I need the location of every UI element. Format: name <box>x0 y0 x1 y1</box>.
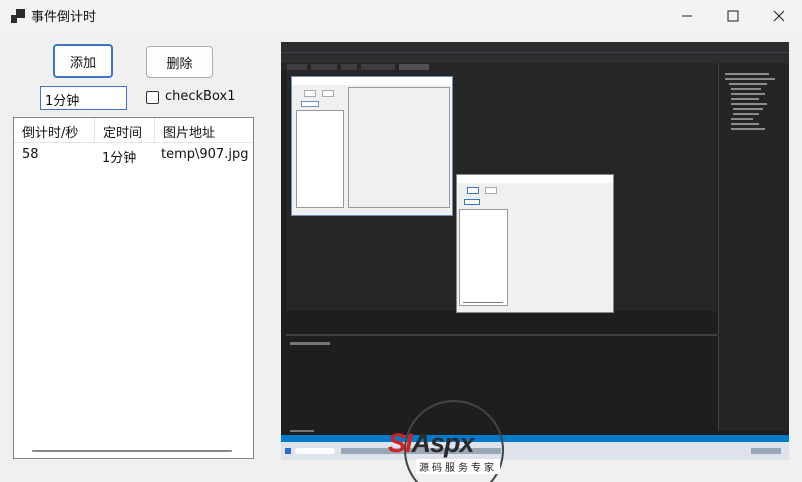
delete-button[interactable]: 删除 <box>146 46 213 78</box>
preview-picturebox <box>281 42 789 460</box>
designer-form-image <box>291 76 453 216</box>
cell-image-path: temp\907.jpg <box>161 147 249 162</box>
running-form-image <box>456 174 614 313</box>
checkbox1-label[interactable]: checkBox1 <box>165 89 236 104</box>
watermark-brand: SIAspx <box>388 428 475 458</box>
minimize-icon <box>682 15 692 16</box>
window-title: 事件倒计时 <box>31 10 97 25</box>
cell-countdown: 58 <box>22 147 39 162</box>
main-window: 事件倒计时 添加 删除 1分钟 checkBox1 倒计时/秒 定时间 图片地址… <box>0 0 802 482</box>
column-header-image-path[interactable]: 图片地址 <box>155 118 253 143</box>
cell-time: 1分钟 <box>102 151 137 166</box>
ide-menubar-image <box>281 42 789 52</box>
close-icon <box>773 10 785 21</box>
ide-statusbar-image <box>281 435 789 442</box>
ide-toolbar-image <box>281 52 789 63</box>
event-listview[interactable]: 倒计时/秒 定时间 图片地址 58 1分钟 temp\907.jpg <box>13 117 254 459</box>
ide-solution-explorer-image <box>718 63 789 431</box>
time-input[interactable]: 1分钟 <box>40 86 127 110</box>
column-header-countdown[interactable]: 倒计时/秒 <box>14 118 95 143</box>
column-header-time[interactable]: 定时间 <box>95 118 155 143</box>
horizontal-scrollbar[interactable] <box>14 444 253 458</box>
os-taskbar-image <box>281 442 789 460</box>
minimize-button[interactable] <box>664 0 710 31</box>
title-bar[interactable]: 事件倒计时 <box>0 0 802 31</box>
ide-tabs-image <box>281 63 717 71</box>
watermark-logo: SIAspx 源码服务专家 <box>386 400 526 482</box>
maximize-button[interactable] <box>710 0 756 31</box>
window-app-icon <box>11 9 25 23</box>
ide-designer-image <box>286 71 717 313</box>
maximize-icon <box>727 10 739 21</box>
listview-header: 倒计时/秒 定时间 图片地址 <box>14 118 253 143</box>
watermark-tagline: 源码服务专家 <box>416 459 500 474</box>
checkbox1[interactable] <box>146 91 159 104</box>
scrollbar-thumb[interactable] <box>32 450 232 452</box>
add-button[interactable]: 添加 <box>53 44 113 78</box>
list-item[interactable]: 58 1分钟 temp\907.jpg <box>14 144 253 166</box>
close-button[interactable] <box>756 0 802 31</box>
